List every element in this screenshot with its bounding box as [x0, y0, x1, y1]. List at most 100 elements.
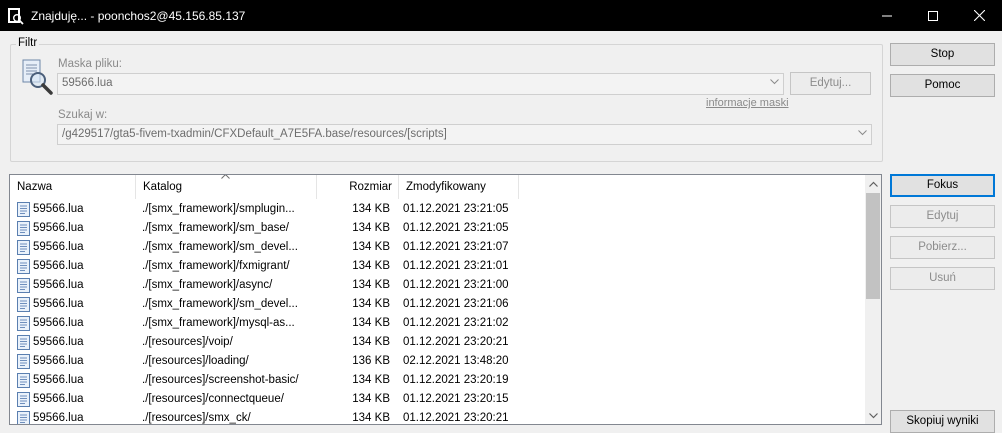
maximize-icon [928, 10, 938, 21]
file-name-cell: 59566.lua [33, 260, 84, 272]
edit-mask-button[interactable]: Edytuj... [790, 72, 871, 95]
scroll-down-button[interactable] [865, 407, 881, 424]
modified-cell: 02.12.2021 13:48:20 [403, 355, 509, 367]
directory-cell: ./[resources]/smx_ck/ [142, 412, 251, 424]
lua-file-icon [17, 259, 30, 274]
mask-info-link[interactable]: informacje maski [706, 97, 789, 109]
vertical-scrollbar[interactable] [865, 175, 881, 424]
file-name-cell: 59566.lua [33, 412, 84, 424]
size-cell: 134 KB [352, 374, 390, 386]
table-row[interactable]: 59566.lua ./[smx_framework]/smplugin... 13… [10, 200, 866, 219]
chevron-down-icon [770, 79, 779, 85]
column-header-size[interactable]: Rozmiar [317, 175, 399, 199]
modified-cell: 01.12.2021 23:21:06 [403, 298, 509, 310]
modified-cell: 01.12.2021 23:20:19 [403, 374, 509, 386]
results-list[interactable]: Nazwa Katalog Rozmiar Zmodyfikowany 5956… [9, 174, 882, 425]
table-row[interactable]: 59566.lua ./[resources]/voip/134 KB 01.12.… [10, 333, 866, 352]
modified-cell: 01.12.2021 23:21:05 [403, 203, 509, 215]
chevron-down-icon [858, 130, 867, 136]
delete-button[interactable]: Usuń [890, 267, 995, 290]
modified-cell: 01.12.2021 23:21:05 [403, 222, 509, 234]
size-cell: 134 KB [352, 393, 390, 405]
modified-cell: 01.12.2021 23:21:07 [403, 241, 509, 253]
directory-cell: ./[resources]/loading/ [142, 355, 249, 367]
lua-file-icon [17, 221, 30, 236]
close-button[interactable] [956, 0, 1002, 31]
directory-cell: ./[smx_framework]/smplugin... [142, 203, 295, 215]
column-header-name[interactable]: Nazwa [10, 175, 136, 199]
scroll-thumb[interactable] [866, 193, 880, 299]
modified-cell: 01.12.2021 23:20:21 [403, 336, 509, 348]
sort-ascending-icon [221, 175, 230, 179]
column-header-modified[interactable]: Zmodyfikowany [399, 175, 519, 199]
window-title: Znajduję... - poonchos2@45.156.85.137 [31, 8, 246, 23]
file-name-cell: 59566.lua [33, 222, 84, 234]
directory-cell: ./[smx_framework]/async/ [142, 279, 273, 291]
modified-cell: 01.12.2021 23:21:02 [403, 317, 509, 329]
find-files-icon [8, 7, 24, 25]
file-name-cell: 59566.lua [33, 374, 84, 386]
size-cell: 134 KB [352, 260, 390, 272]
directory-cell: ./[smx_framework]/sm_base/ [142, 222, 289, 234]
table-row[interactable]: 59566.lua ./[smx_framework]/fxmigrant/134… [10, 257, 866, 276]
table-row[interactable]: 59566.lua ./[smx_framework]/sm_devel... 13… [10, 295, 866, 314]
title-bar[interactable]: Znajduję... - poonchos2@45.156.85.137 [0, 0, 1002, 31]
lua-file-icon [17, 354, 30, 369]
stop-button[interactable]: Stop [890, 43, 995, 66]
file-name-cell: 59566.lua [33, 298, 84, 310]
chevron-down-icon [868, 412, 878, 418]
help-button[interactable]: Pomoc [890, 74, 995, 97]
mask-label: Maska pliku: [58, 58, 122, 70]
download-button[interactable]: Pobierz... [890, 236, 995, 259]
directory-cell: ./[resources]/voip/ [142, 336, 233, 348]
scroll-up-button[interactable] [865, 175, 881, 192]
file-name-cell: 59566.lua [33, 279, 84, 291]
file-name-cell: 59566.lua [33, 317, 84, 329]
lua-file-icon [17, 373, 30, 388]
table-row[interactable]: 59566.lua ./[smx_framework]/mysql-as... 13… [10, 314, 866, 333]
filter-group-label: Filtr [16, 37, 40, 49]
modified-cell: 01.12.2021 23:20:21 [403, 412, 509, 424]
file-name-cell: 59566.lua [33, 336, 84, 348]
lua-file-icon [17, 392, 30, 407]
close-icon [973, 10, 985, 21]
lua-file-icon [17, 278, 30, 293]
table-row[interactable]: 59566.lua ./[resources]/screenshot-basic/… [10, 371, 866, 390]
modified-cell: 01.12.2021 23:21:01 [403, 260, 509, 272]
modified-cell: 01.12.2021 23:21:00 [403, 279, 509, 291]
edit-button[interactable]: Edytuj [890, 205, 995, 228]
directory-cell: ./[smx_framework]/sm_devel... [142, 241, 298, 253]
table-row[interactable]: 59566.lua ./[smx_framework]/sm_devel... 13… [10, 238, 866, 257]
file-search-icon [22, 59, 53, 95]
table-row[interactable]: 59566.lua ./[smx_framework]/sm_base/134 K… [10, 219, 866, 238]
mask-combo[interactable]: 59566.lua [57, 73, 784, 95]
table-row[interactable]: 59566.lua ./[smx_framework]/async/134 KB 0… [10, 276, 866, 295]
minimize-button[interactable] [864, 0, 910, 31]
directory-cell: ./[smx_framework]/fxmigrant/ [142, 260, 290, 272]
directory-cell: ./[resources]/screenshot-basic/ [142, 374, 299, 386]
size-cell: 134 KB [352, 279, 390, 291]
size-cell: 136 KB [352, 355, 390, 367]
copy-results-button[interactable]: Skopiuj wyniki [890, 410, 995, 433]
chevron-up-icon [868, 181, 878, 187]
search-in-label: Szukaj w: [58, 109, 108, 121]
lua-file-icon [17, 297, 30, 312]
mask-value: 59566.lua [62, 77, 113, 89]
maximize-button[interactable] [910, 0, 956, 31]
directory-cell: ./[smx_framework]/sm_devel... [142, 298, 298, 310]
lua-file-icon [17, 411, 30, 424]
size-cell: 134 KB [352, 317, 390, 329]
lua-file-icon [17, 335, 30, 350]
lua-file-icon [17, 202, 30, 217]
search-in-combo[interactable]: /g429517/gta5-fivem-txadmin/CFXDefault_A… [57, 124, 872, 145]
directory-cell: ./[smx_framework]/mysql-as... [142, 317, 295, 329]
search-in-value: /g429517/gta5-fivem-txadmin/CFXDefault_A… [62, 128, 447, 140]
lua-file-icon [17, 316, 30, 331]
table-row[interactable]: 59566.lua ./[resources]/connectqueue/134 … [10, 390, 866, 409]
focus-button[interactable]: Fokus [890, 174, 995, 197]
table-row[interactable]: 59566.lua ./[resources]/smx_ck/134 KB 01.1… [10, 409, 866, 424]
minimize-icon [882, 15, 892, 16]
size-cell: 134 KB [352, 222, 390, 234]
table-row[interactable]: 59566.lua ./[resources]/loading/136 KB 02.… [10, 352, 866, 371]
size-cell: 134 KB [352, 241, 390, 253]
